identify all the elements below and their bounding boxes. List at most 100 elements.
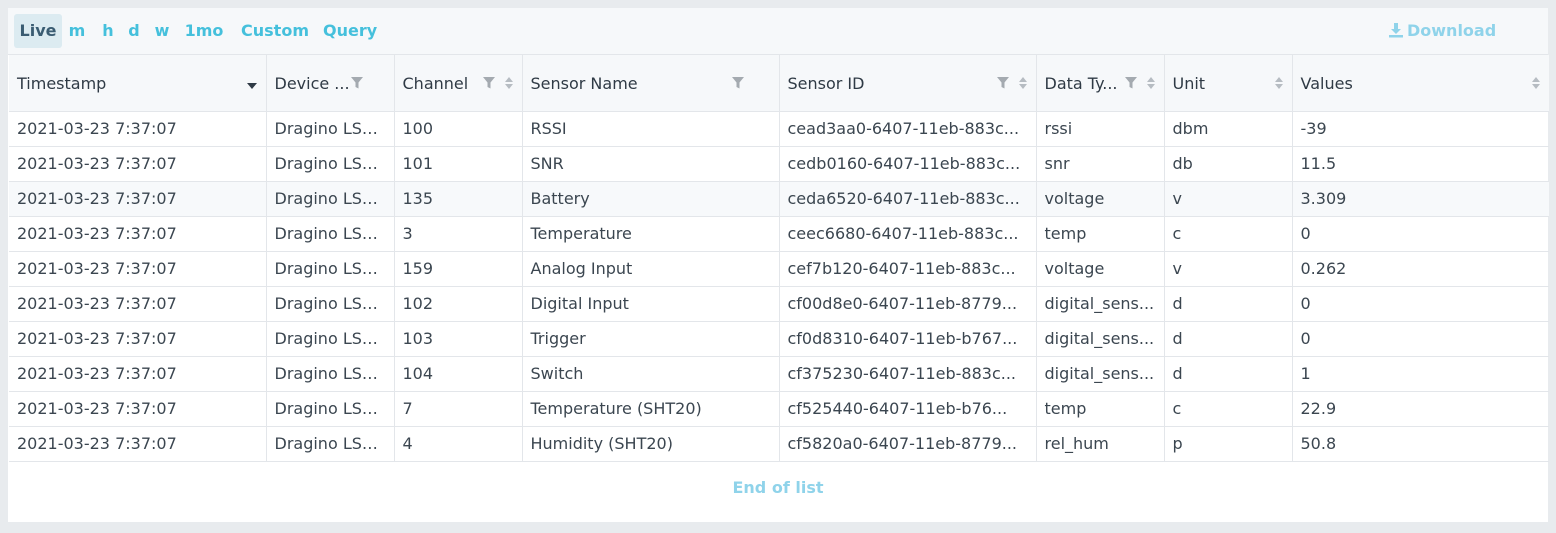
range-tab-week[interactable]: w bbox=[151, 14, 173, 48]
column-header-device[interactable]: Device ... bbox=[266, 55, 395, 112]
table-row[interactable]: 2021-03-23 7:37:07 Dragino LSN... 100 RSSI c… bbox=[9, 111, 1549, 147]
column-label: Timestamp bbox=[17, 73, 107, 93]
cell-device: Dragino LSN... bbox=[266, 321, 395, 357]
cell-device: Dragino LSN... bbox=[266, 181, 395, 217]
cell-sensor-name: Temperature (SHT20) bbox=[522, 391, 780, 427]
cell-channel: 100 bbox=[394, 111, 523, 147]
cell-value: 1 bbox=[1292, 356, 1549, 392]
sort-icon[interactable] bbox=[1018, 76, 1028, 90]
cell-unit: d bbox=[1164, 286, 1293, 322]
cell-sensor-id: ceec6680-6407-11eb-883c... bbox=[779, 216, 1037, 252]
column-header-data-type[interactable]: Data Ty... bbox=[1036, 55, 1165, 112]
filter-icon[interactable] bbox=[482, 76, 496, 90]
cell-sensor-id: cf00d8e0-6407-11eb-8779... bbox=[779, 286, 1037, 322]
cell-device: Dragino LSN... bbox=[266, 356, 395, 392]
cell-sensor-name: Digital Input bbox=[522, 286, 780, 322]
range-tab-hour[interactable]: h bbox=[98, 14, 118, 48]
download-button[interactable]: Download bbox=[1388, 14, 1496, 48]
cell-sensor-name: Humidity (SHT20) bbox=[522, 426, 780, 462]
caret-down-icon[interactable] bbox=[246, 82, 258, 90]
cell-sensor-name: Analog Input bbox=[522, 251, 780, 287]
cell-data-type: temp bbox=[1036, 391, 1165, 427]
range-tab-day[interactable]: d bbox=[124, 14, 144, 48]
cell-timestamp: 2021-03-23 7:37:07 bbox=[9, 321, 267, 357]
cell-sensor-id: cef7b120-6407-11eb-883c... bbox=[779, 251, 1037, 287]
filter-icon[interactable] bbox=[731, 76, 745, 90]
table-row[interactable]: 2021-03-23 7:37:07 Dragino LSN... 103 Trigg… bbox=[9, 321, 1549, 357]
table-row[interactable]: 2021-03-23 7:37:07 Dragino LSN... 104 Switc… bbox=[9, 356, 1549, 392]
column-label: Data Ty... bbox=[1044, 73, 1118, 93]
table-row[interactable]: 2021-03-23 7:37:07 Dragino LSN... 135 Batte… bbox=[9, 181, 1549, 217]
table-row[interactable]: 2021-03-23 7:37:07 Dragino LSN... 7 Tempera… bbox=[9, 391, 1549, 427]
cell-timestamp: 2021-03-23 7:37:07 bbox=[9, 146, 267, 182]
cell-device: Dragino LSN... bbox=[266, 426, 395, 462]
cell-data-type: temp bbox=[1036, 216, 1165, 252]
column-label: Sensor ID bbox=[787, 73, 865, 93]
table-body: 2021-03-23 7:37:07 Dragino LSN... 100 RSSI c… bbox=[9, 111, 1549, 462]
end-of-list-label: End of list bbox=[732, 478, 824, 497]
cell-sensor-id: cf0d8310-6407-11eb-b767... bbox=[779, 321, 1037, 357]
cell-unit: p bbox=[1164, 426, 1293, 462]
cell-sensor-name: Temperature bbox=[522, 216, 780, 252]
cell-sensor-name: Battery bbox=[522, 181, 780, 217]
cell-data-type: voltage bbox=[1036, 251, 1165, 287]
cell-timestamp: 2021-03-23 7:37:07 bbox=[9, 356, 267, 392]
cell-channel: 104 bbox=[394, 356, 523, 392]
range-tab-month[interactable]: 1mo bbox=[183, 14, 225, 48]
column-header-sensor-name[interactable]: Sensor Name bbox=[522, 55, 780, 112]
table-row[interactable]: 2021-03-23 7:37:07 Dragino LSN... 4 Humidit… bbox=[9, 426, 1549, 462]
table-row[interactable]: 2021-03-23 7:37:07 Dragino LSN... 101 SNR ce… bbox=[9, 146, 1549, 182]
cell-sensor-id: ceda6520-6407-11eb-883c... bbox=[779, 181, 1037, 217]
cell-value: 0 bbox=[1292, 321, 1549, 357]
column-label: Channel bbox=[402, 73, 469, 93]
cell-sensor-name: SNR bbox=[522, 146, 780, 182]
cell-unit: c bbox=[1164, 216, 1293, 252]
table-row[interactable]: 2021-03-23 7:37:07 Dragino LSN... 102 Digit… bbox=[9, 286, 1549, 322]
cell-value: 0 bbox=[1292, 216, 1549, 252]
sort-icon[interactable] bbox=[1531, 76, 1541, 90]
cell-timestamp: 2021-03-23 7:37:07 bbox=[9, 251, 267, 287]
table-row[interactable]: 2021-03-23 7:37:07 Dragino LSN... 3 Tempera… bbox=[9, 216, 1549, 252]
range-tab-custom[interactable]: Custom bbox=[240, 14, 310, 48]
cell-value: -39 bbox=[1292, 111, 1549, 147]
cell-unit: v bbox=[1164, 181, 1293, 217]
cell-channel: 7 bbox=[394, 391, 523, 427]
range-tab-query[interactable]: Query bbox=[323, 14, 377, 48]
cell-value: 11.5 bbox=[1292, 146, 1549, 182]
filter-icon[interactable] bbox=[350, 76, 364, 90]
column-label: Device ... bbox=[274, 73, 350, 93]
cell-data-type: voltage bbox=[1036, 181, 1165, 217]
cell-channel: 135 bbox=[394, 181, 523, 217]
cell-device: Dragino LSN... bbox=[266, 111, 395, 147]
column-header-sensor-id[interactable]: Sensor ID bbox=[779, 55, 1037, 112]
sort-icon[interactable] bbox=[504, 76, 514, 90]
cell-timestamp: 2021-03-23 7:37:07 bbox=[9, 426, 267, 462]
column-header-unit[interactable]: Unit bbox=[1164, 55, 1293, 112]
column-label: Sensor Name bbox=[530, 73, 638, 93]
cell-unit: c bbox=[1164, 391, 1293, 427]
cell-unit: v bbox=[1164, 251, 1293, 287]
table-row[interactable]: 2021-03-23 7:37:07 Dragino LSN... 159 Analo… bbox=[9, 251, 1549, 287]
cell-timestamp: 2021-03-23 7:37:07 bbox=[9, 111, 267, 147]
cell-data-type: digital_sens... bbox=[1036, 356, 1165, 392]
download-icon bbox=[1389, 23, 1403, 38]
column-header-values[interactable]: Values bbox=[1292, 55, 1549, 112]
column-header-timestamp[interactable]: Timestamp bbox=[9, 55, 267, 112]
sort-icon[interactable] bbox=[1274, 76, 1284, 90]
column-header-channel[interactable]: Channel bbox=[394, 55, 523, 112]
cell-data-type: rssi bbox=[1036, 111, 1165, 147]
cell-data-type: digital_sens... bbox=[1036, 286, 1165, 322]
range-tab-live[interactable]: Live bbox=[14, 14, 62, 48]
filter-icon[interactable] bbox=[1124, 76, 1138, 90]
cell-device: Dragino LSN... bbox=[266, 216, 395, 252]
cell-channel: 103 bbox=[394, 321, 523, 357]
cell-unit: d bbox=[1164, 321, 1293, 357]
sort-icon[interactable] bbox=[1146, 76, 1156, 90]
range-tab-minute[interactable]: m bbox=[66, 14, 88, 48]
cell-channel: 4 bbox=[394, 426, 523, 462]
data-panel: Live m h d w 1mo Custom Query Download T… bbox=[8, 8, 1549, 522]
cell-sensor-id: cf375230-6407-11eb-883c... bbox=[779, 356, 1037, 392]
toolbar: Live m h d w 1mo Custom Query Download bbox=[8, 8, 1548, 55]
filter-icon[interactable] bbox=[996, 76, 1010, 90]
cell-timestamp: 2021-03-23 7:37:07 bbox=[9, 286, 267, 322]
